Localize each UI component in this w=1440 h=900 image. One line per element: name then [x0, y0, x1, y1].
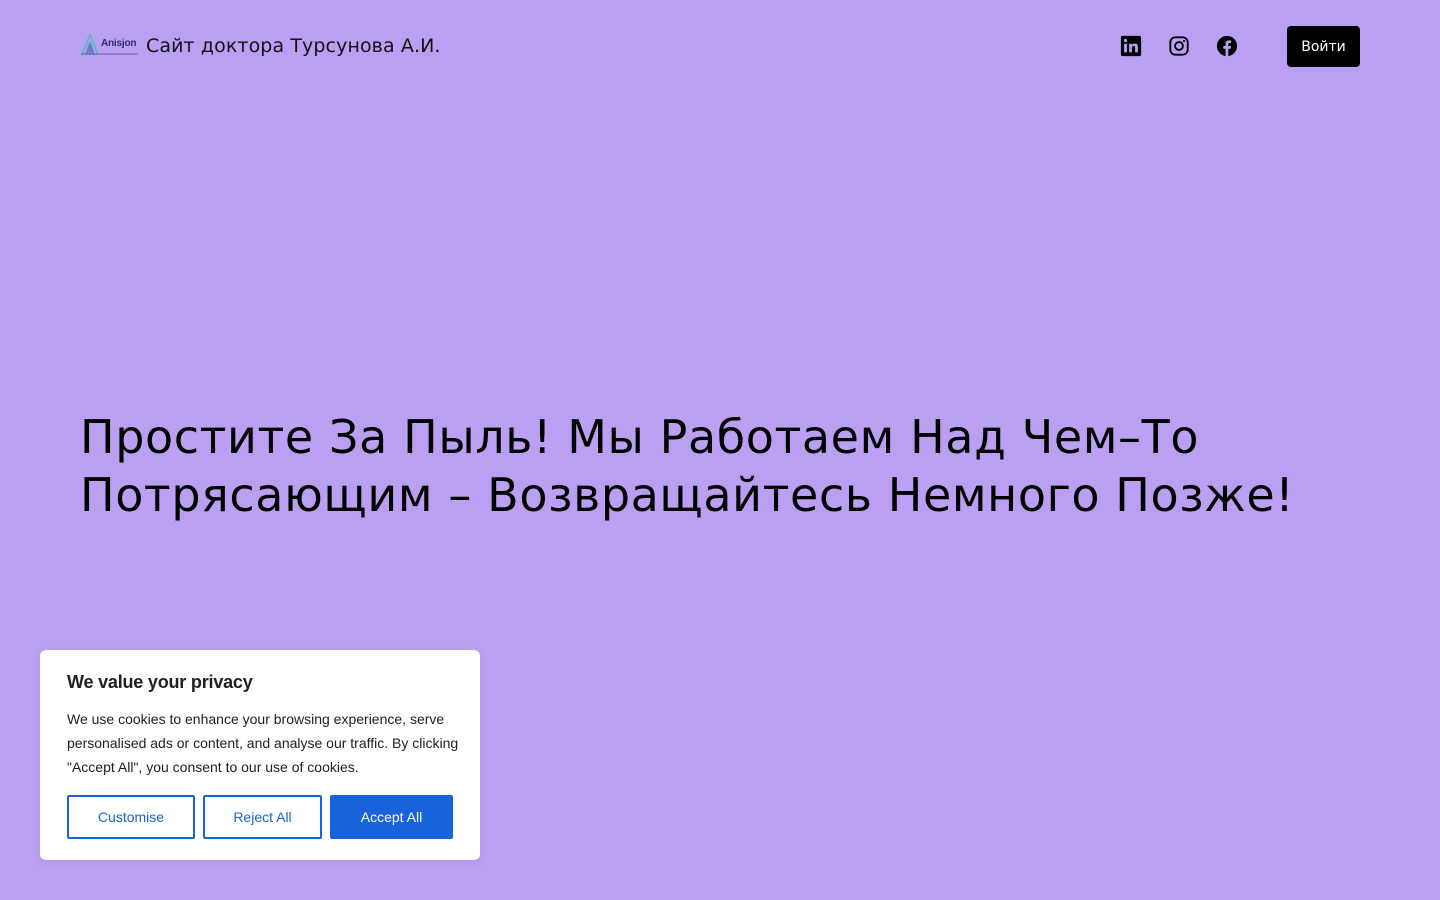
logo-text: Anisjon	[101, 38, 137, 49]
site-brand-link[interactable]: Anisjon Сайт доктора Турсунова А.И.	[80, 33, 441, 59]
cookie-banner-title: We value your privacy	[67, 672, 253, 692]
login-button[interactable]: Войти	[1287, 26, 1360, 67]
logo-tagline	[81, 53, 138, 55]
site-title[interactable]: Сайт доктора Турсунова А.И.	[146, 33, 441, 59]
facebook-link[interactable]	[1215, 34, 1239, 58]
hero-heading: Простите За Пыль! Мы Работаем Над Чем–То…	[80, 410, 1295, 522]
reject-all-button[interactable]: Reject All	[203, 795, 322, 839]
instagram-icon	[1169, 36, 1189, 56]
accept-all-button[interactable]: Accept All	[330, 795, 453, 839]
cookie-banner-text: We use cookies to enhance your browsing …	[67, 711, 459, 775]
cookie-consent-banner: We value your privacy We use cookies to …	[40, 650, 480, 860]
linkedin-link[interactable]	[1119, 34, 1143, 58]
facebook-icon	[1216, 35, 1238, 57]
linkedin-icon	[1120, 35, 1142, 57]
site-header: Anisjon Сайт доктора Турсунова А.И. Войт…	[0, 0, 1440, 92]
customise-button[interactable]: Customise	[67, 795, 195, 839]
instagram-link[interactable]	[1167, 34, 1191, 58]
site-logo[interactable]: Anisjon	[80, 33, 138, 59]
